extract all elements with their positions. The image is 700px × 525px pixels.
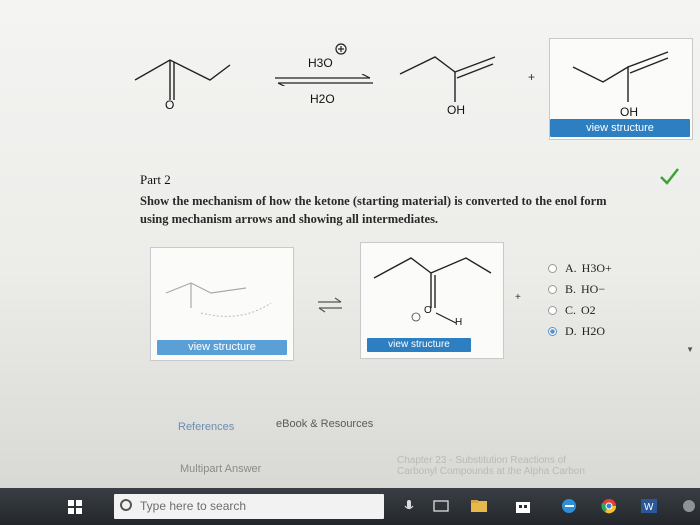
oxygen-label: O <box>424 305 432 316</box>
reagent-h3o: H3O <box>308 56 333 70</box>
option-c[interactable]: C. O2 <box>548 300 612 321</box>
option-a-letter: A. <box>565 261 577 275</box>
option-b-letter: B. <box>565 282 577 296</box>
option-c-radio[interactable] <box>548 306 557 315</box>
faded-structure <box>165 282 272 317</box>
taskbar-search-input[interactable]: Type here to search <box>114 494 384 519</box>
chapter-line-2: Carbonyl Compounds at the Alpha Carbon <box>397 466 585 477</box>
instruction-line-1: Show the mechanism of how the ketone (st… <box>140 194 607 208</box>
protonated-ketone-structure <box>373 257 492 324</box>
notification-icon[interactable] <box>680 497 698 515</box>
references-link[interactable]: References <box>178 421 234 433</box>
chrome-browser-icon[interactable] <box>600 497 618 515</box>
option-b[interactable]: B. HO− <box>548 279 612 300</box>
search-icon <box>120 499 132 511</box>
mechanism-plus: + <box>515 292 521 303</box>
equilibrium-arrow-icon <box>275 74 373 86</box>
right-view-structure-button[interactable]: view structure <box>367 338 471 352</box>
file-explorer-icon[interactable] <box>470 497 488 515</box>
option-d[interactable]: D. H2O <box>548 321 612 342</box>
left-view-structure-button[interactable]: view structure <box>157 340 287 355</box>
reagent-options: A. H3O+ B. HO− C. O2 D. H2O <box>548 258 612 342</box>
mechanism-panel-left: view structure <box>150 247 294 361</box>
word-icon[interactable]: W <box>640 497 658 515</box>
option-d-letter: D. <box>565 324 577 338</box>
task-view-icon[interactable] <box>432 497 450 515</box>
ebook-resources-link[interactable]: eBook & Resources <box>276 418 373 430</box>
multipart-answer-link[interactable]: Multipart Answer <box>180 463 261 475</box>
ketone-structure <box>134 59 231 100</box>
edge-browser-icon[interactable] <box>560 497 578 515</box>
chapter-line-1: Chapter 23 - Substitution Reactions of <box>397 455 566 466</box>
svg-text:W: W <box>644 502 654 513</box>
ketone-oxygen-label: O <box>165 98 175 112</box>
enol-oh-label: OH <box>447 103 465 117</box>
instruction-line-2: using mechanism arrows and showing all i… <box>140 212 439 226</box>
option-b-text: HO− <box>581 282 606 296</box>
scroll-down-icon[interactable]: ▼ <box>686 345 694 354</box>
positive-charge-icon <box>335 43 347 55</box>
store-icon[interactable] <box>514 497 532 515</box>
chapter-link[interactable]: Chapter 23 - Substitution Reactions of C… <box>397 455 585 477</box>
windows-taskbar: Type here to search W <box>0 488 700 525</box>
browser-content: O H3O H2O OH + OH view structure Part 2 … <box>0 0 700 490</box>
plus-sign: + <box>528 70 536 84</box>
mechanism-panel-right: O H view structure <box>360 242 504 359</box>
option-d-radio[interactable] <box>548 327 557 336</box>
reaction-arrow: H3O H2O <box>270 40 380 110</box>
option-a[interactable]: A. H3O+ <box>548 258 612 279</box>
hydrogen-label: H <box>455 317 463 328</box>
option-a-text: H3O+ <box>581 261 612 275</box>
option-c-letter: C. <box>565 303 577 317</box>
option-d-text: H2O <box>581 324 606 338</box>
windows-start-icon[interactable] <box>68 500 82 514</box>
microphone-icon[interactable] <box>400 497 418 515</box>
correct-check-icon <box>660 168 679 185</box>
product-structure-panel: OH view structure <box>549 38 693 140</box>
part-title: Part 2 <box>140 172 171 187</box>
search-placeholder: Type here to search <box>140 499 247 513</box>
reagent-h2o: H2O <box>310 92 335 106</box>
view-structure-button[interactable]: view structure <box>550 119 690 137</box>
equilibrium-arrow-2-icon <box>318 297 342 313</box>
option-b-radio[interactable] <box>548 285 557 294</box>
option-c-text: O2 <box>581 303 596 317</box>
enol2-oh-label: OH <box>620 105 638 119</box>
instruction-text: Show the mechanism of how the ketone (st… <box>140 192 685 228</box>
option-a-radio[interactable] <box>548 264 557 273</box>
